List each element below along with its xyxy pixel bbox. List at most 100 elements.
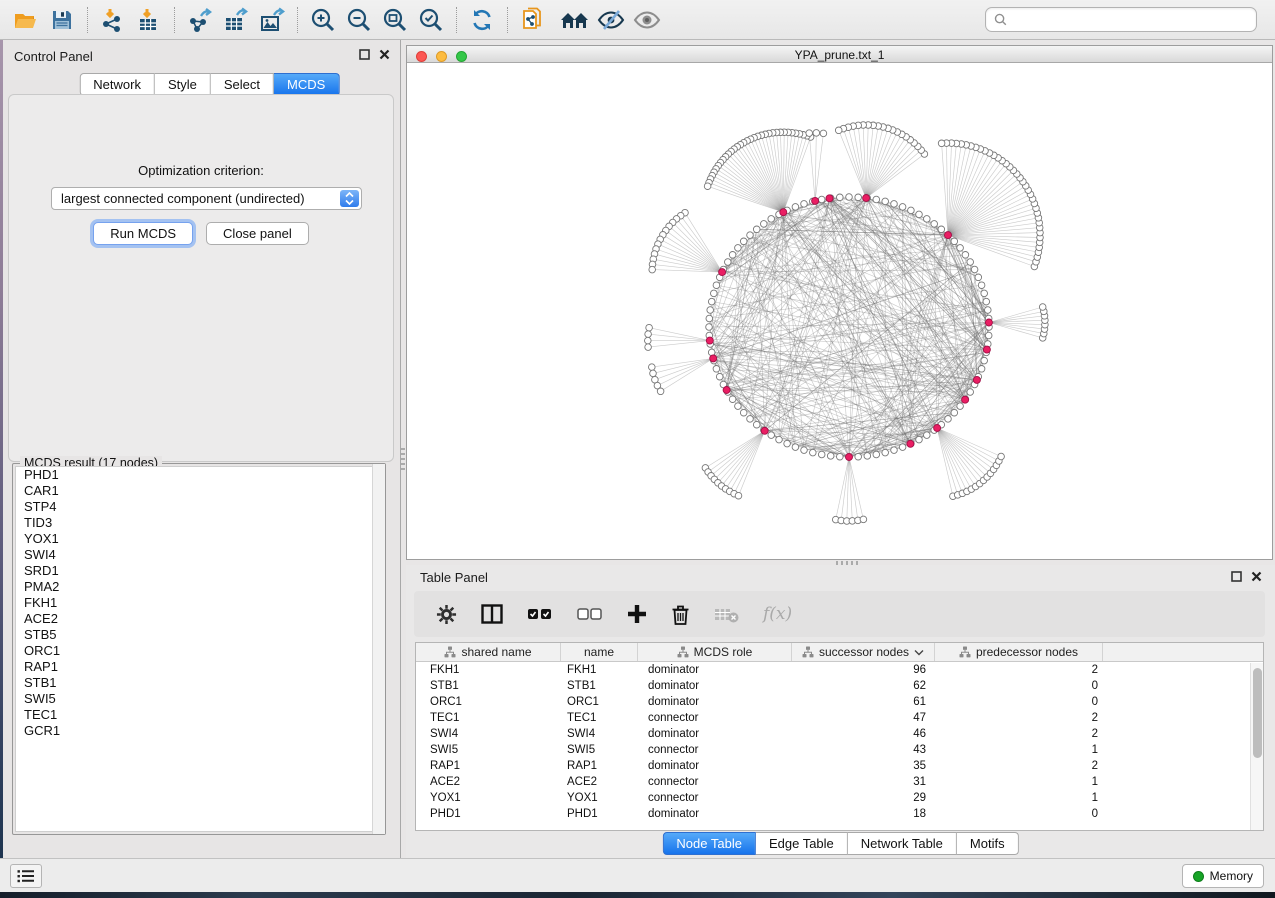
search-input[interactable] (1013, 13, 1248, 27)
zoom-fit-button[interactable] (377, 4, 413, 36)
tab-style[interactable]: Style (155, 73, 211, 96)
refresh-icon (469, 7, 495, 33)
export-image-button[interactable] (254, 4, 290, 36)
table-row[interactable]: ACE2ACE2connector311 (416, 774, 1263, 790)
mcds-result-item[interactable]: SWI5 (16, 691, 382, 707)
table-cell: YOX1 (561, 792, 638, 804)
run-mcds-button[interactable]: Run MCDS (93, 222, 193, 245)
zoom-selected-button[interactable] (413, 4, 449, 36)
table-row[interactable]: YOX1YOX1connector291 (416, 790, 1263, 806)
mcds-result-item[interactable]: SRD1 (16, 563, 382, 579)
table-row[interactable]: FKH1FKH1dominator962 (416, 662, 1263, 678)
show-all-button[interactable] (557, 4, 593, 36)
table-scrollbar-thumb[interactable] (1253, 668, 1262, 758)
table-scrollbar[interactable] (1250, 663, 1263, 830)
table-cell: STB1 (416, 680, 561, 692)
open-file-button[interactable] (8, 4, 44, 36)
tab-network[interactable]: Network (79, 73, 155, 96)
memory-button[interactable]: Memory (1182, 864, 1264, 888)
toolbar-separator (456, 7, 457, 33)
table-cell: connector (638, 792, 792, 804)
table-row[interactable]: STB1STB1dominator620 (416, 678, 1263, 694)
tab-edge-table[interactable]: Edge Table (756, 832, 848, 855)
column-header-predecessor-nodes[interactable]: predecessor nodes (935, 643, 1103, 661)
toolbar-separator (174, 7, 175, 33)
column-header-successor-nodes[interactable]: successor nodes (792, 643, 935, 661)
mcds-result-item[interactable]: PHD1 (16, 467, 382, 483)
mcds-result-item[interactable]: STP4 (16, 499, 382, 515)
mcds-result-item[interactable]: ORC1 (16, 643, 382, 659)
mcds-result-item[interactable]: ACE2 (16, 611, 382, 627)
optimization-criterion-select[interactable]: largest connected component (undirected) (51, 187, 362, 210)
float-panel-icon[interactable] (359, 49, 370, 60)
mcds-result-item[interactable]: STB5 (16, 627, 382, 643)
memory-status-icon (1193, 871, 1204, 882)
tab-mcds[interactable]: MCDS (274, 73, 339, 96)
network-title: YPA_prune.txt_1 (407, 48, 1272, 62)
mcds-result-item[interactable]: SWI4 (16, 547, 382, 563)
add-column-icon[interactable] (627, 604, 647, 624)
table-row[interactable]: ORC1ORC1dominator610 (416, 694, 1263, 710)
tab-network-table[interactable]: Network Table (848, 832, 957, 855)
column-header-shared-name[interactable]: shared name (416, 643, 561, 661)
mcds-result-item[interactable]: STB1 (16, 675, 382, 691)
select-all-icon[interactable] (527, 607, 553, 621)
mcds-list-scrollbar[interactable] (372, 464, 385, 834)
hide-selected-button[interactable] (593, 4, 629, 36)
task-history-button[interactable] (10, 864, 42, 888)
table-settings-gear-icon[interactable] (436, 604, 457, 625)
export-network-button[interactable] (182, 4, 218, 36)
mcds-result-item[interactable]: CAR1 (16, 483, 382, 499)
zoom-in-button[interactable] (305, 4, 341, 36)
import-network-icon (100, 7, 126, 33)
table-cell: 46 (792, 728, 935, 740)
tab-node-table[interactable]: Node Table (662, 832, 756, 855)
houses-icon (560, 8, 590, 32)
save-floppy-icon (50, 8, 74, 32)
network-view-canvas[interactable] (407, 63, 1272, 559)
table-cell: 0 (935, 696, 1103, 708)
column-visibility-icon[interactable] (481, 604, 503, 624)
float-panel-icon[interactable] (1231, 571, 1242, 582)
table-row[interactable]: TEC1TEC1connector472 (416, 710, 1263, 726)
show-selected-button[interactable] (629, 4, 665, 36)
zoom-out-button[interactable] (341, 4, 377, 36)
import-table-button[interactable] (131, 4, 167, 36)
table-row[interactable]: SWI5SWI5connector431 (416, 742, 1263, 758)
mcds-result-item[interactable]: PMA2 (16, 579, 382, 595)
table-row[interactable]: PHD1PHD1dominator180 (416, 806, 1263, 822)
save-session-button[interactable] (44, 4, 80, 36)
refresh-button[interactable] (464, 4, 500, 36)
mcds-result-item[interactable]: YOX1 (16, 531, 382, 547)
column-header-name[interactable]: name (561, 643, 638, 661)
import-network-button[interactable] (95, 4, 131, 36)
eye-icon (633, 8, 661, 32)
vertical-splitter[interactable] (401, 448, 405, 470)
export-table-icon (223, 7, 250, 33)
table-cell: 1 (935, 776, 1103, 788)
close-panel-icon[interactable] (379, 49, 390, 60)
close-panel-button[interactable]: Close panel (206, 222, 309, 245)
mcds-result-item[interactable]: GCR1 (16, 723, 382, 739)
table-cell: TEC1 (561, 712, 638, 724)
close-panel-icon[interactable] (1251, 571, 1262, 582)
mcds-result-item[interactable]: TEC1 (16, 707, 382, 723)
attribute-type-icon (959, 646, 971, 658)
open-network-file-button[interactable] (515, 4, 551, 36)
mcds-result-list: PHD1CAR1STP4TID3YOX1SWI4SRD1PMA2FKH1ACE2… (15, 466, 383, 832)
open-folder-icon (13, 8, 39, 32)
table-cell: SWI5 (416, 744, 561, 756)
table-row[interactable]: SWI4SWI4dominator462 (416, 726, 1263, 742)
mcds-result-item[interactable]: RAP1 (16, 659, 382, 675)
export-table-button[interactable] (218, 4, 254, 36)
deselect-all-icon[interactable] (577, 607, 603, 621)
table-cell: SWI5 (561, 744, 638, 756)
mcds-result-item[interactable]: FKH1 (16, 595, 382, 611)
mcds-result-item[interactable]: TID3 (16, 515, 382, 531)
zoom-out-icon (346, 7, 372, 33)
table-row[interactable]: RAP1RAP1dominator352 (416, 758, 1263, 774)
column-header-mcds-role[interactable]: MCDS role (638, 643, 792, 661)
tab-motifs[interactable]: Motifs (957, 832, 1019, 855)
delete-column-icon[interactable] (671, 604, 690, 625)
tab-select[interactable]: Select (211, 73, 274, 96)
